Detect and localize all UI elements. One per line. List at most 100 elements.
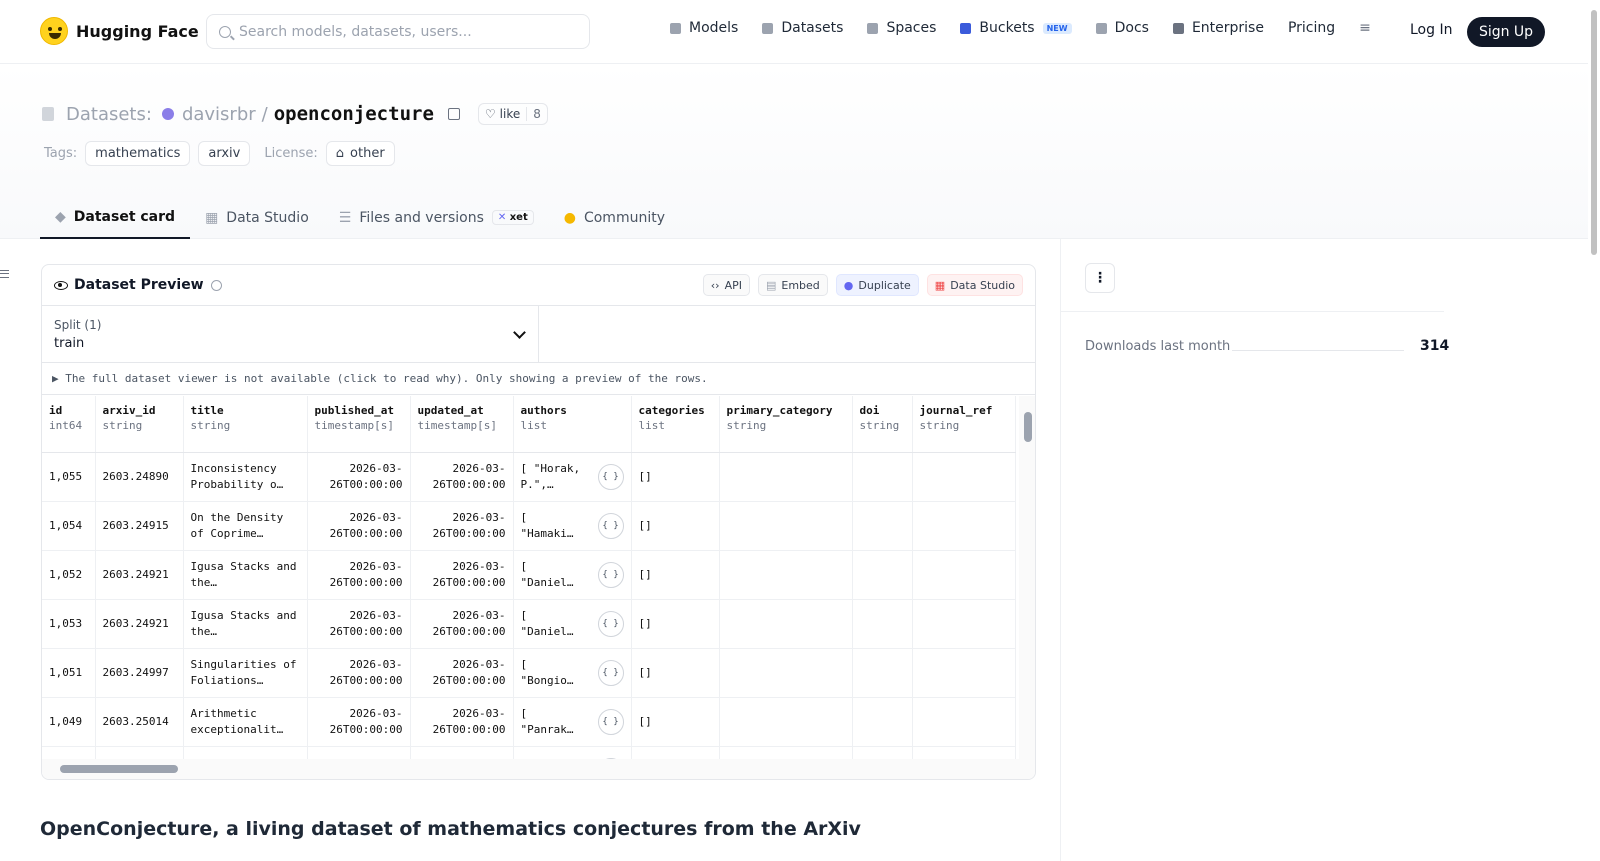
- cell-journal-ref: [912, 452, 1016, 502]
- login-link[interactable]: Log In: [1410, 22, 1452, 38]
- vertical-scrollbar[interactable]: [1019, 396, 1035, 760]
- table-row[interactable]: 1,055 2603.24890 Inconsistency Probability…: [42, 452, 1016, 502]
- cell-text: Arithmetic exceptionalit…: [190, 706, 284, 736]
- column-header-arxiv-id[interactable]: arxiv_id string: [95, 396, 184, 453]
- horizontal-scrollbar[interactable]: [42, 759, 1035, 779]
- column-type: string: [102, 419, 143, 432]
- cell-categories: [631, 746, 720, 760]
- column-name: categories: [638, 404, 705, 417]
- column-header-primary-category[interactable]: primary_category string: [719, 396, 853, 453]
- column-header-authors[interactable]: authors list: [513, 396, 632, 453]
- more-options-button[interactable]: ⋮: [1085, 263, 1115, 293]
- table-row[interactable]: 1,052 2603.24921 Igusa Stacks and the… 2026…: [42, 550, 1016, 600]
- table-row[interactable]: 1,051 2603.24997 Singularities of Foliatio…: [42, 648, 1016, 698]
- tab-dataset-card[interactable]: ◆ Dataset card: [40, 196, 191, 239]
- nav-link-enterprise[interactable]: Enterprise: [1172, 20, 1264, 36]
- cell-journal-ref: [912, 648, 1016, 698]
- split-value: train: [54, 336, 85, 351]
- embed-icon: ▤: [765, 278, 777, 292]
- nav-link-datasets[interactable]: Datasets: [762, 20, 843, 36]
- cell-text: On the Density of Coprime…: [190, 510, 284, 540]
- owner-link[interactable]: davisrbr: [182, 104, 256, 125]
- json-view-icon[interactable]: { }: [597, 512, 624, 539]
- cube-icon: [670, 22, 681, 34]
- json-view-icon[interactable]: { }: [597, 708, 624, 735]
- cell-text: []: [638, 714, 652, 728]
- nav-link-pricing[interactable]: Pricing: [1288, 20, 1335, 36]
- nav-link-docs[interactable]: Docs: [1095, 20, 1149, 36]
- column-header-published-at[interactable]: published_at timestamp[s]: [307, 396, 411, 453]
- column-name: primary_category: [726, 404, 833, 417]
- column-header-journal-ref[interactable]: journal_ref string: [912, 396, 1016, 453]
- json-view-icon[interactable]: { }: [597, 610, 624, 637]
- cell-text: [ "Daniel…: [520, 559, 574, 589]
- nav-link-label: Spaces: [886, 20, 937, 36]
- cell-categories: []: [631, 550, 720, 600]
- embed-button[interactable]: ▤ Embed: [757, 274, 828, 296]
- nav-link-label: Models: [689, 20, 739, 36]
- cell-text: 1,052: [49, 567, 83, 581]
- split-select[interactable]: Split (1) train: [42, 306, 539, 362]
- brand-logo[interactable]: Hugging Face: [40, 17, 199, 45]
- json-view-icon[interactable]: { }: [597, 463, 624, 490]
- license-value: other: [350, 146, 385, 161]
- column-type: string: [859, 419, 900, 432]
- data-studio-button[interactable]: ▦ Data Studio: [926, 274, 1023, 296]
- cell-arxiv-id: 2603.24915: [95, 501, 184, 551]
- cell-published-at: 2026-03-26T00:00:00: [307, 501, 411, 551]
- page-scrollbar[interactable]: [1588, 0, 1600, 861]
- tab-data-studio[interactable]: ▦ Data Studio: [190, 196, 324, 239]
- cell-updated-at: 2026-03-26T00:00:00: [410, 599, 514, 649]
- tag-arxiv[interactable]: arxiv: [198, 141, 251, 166]
- column-header-updated-at[interactable]: updated_at timestamp[s]: [410, 396, 514, 453]
- tab-community[interactable]: ● Community: [549, 196, 680, 239]
- menu-icon[interactable]: ≡: [1359, 20, 1371, 36]
- viewer-notice[interactable]: ▶ The full dataset viewer is not availab…: [42, 363, 1035, 395]
- section-label[interactable]: Datasets:: [66, 104, 152, 125]
- cell-id: 1,054: [42, 501, 96, 551]
- duplicate-button[interactable]: ● Duplicate: [835, 274, 919, 296]
- cell-text: 2026-03-26T00:00:00: [432, 559, 506, 589]
- nav-link-spaces[interactable]: Spaces: [867, 20, 936, 36]
- cell-text: 2026-03-26T00:00:00: [329, 608, 403, 638]
- copy-icon[interactable]: [447, 108, 460, 120]
- api-button[interactable]: ‹› API: [702, 274, 750, 296]
- json-view-icon[interactable]: { }: [597, 561, 624, 588]
- files-icon: ☰: [338, 209, 352, 226]
- signup-button[interactable]: Sign Up: [1467, 17, 1545, 47]
- cell-text: 2026-03-26T00:00:00: [329, 510, 403, 540]
- like-label: like: [499, 107, 521, 121]
- cell-authors: [ "Hamaki… { }: [513, 501, 632, 551]
- column-header-title[interactable]: title string: [183, 396, 308, 453]
- license-tag[interactable]: ⌂ other: [325, 141, 395, 166]
- column-name: title: [190, 404, 224, 417]
- column-header-categories[interactable]: categories list: [631, 396, 720, 453]
- info-icon[interactable]: [210, 279, 222, 291]
- search-input[interactable]: Search models, datasets, users...: [206, 14, 590, 49]
- sidebar-toggle-icon[interactable]: [0, 270, 9, 278]
- cell-text: 2026-03-26T00:00:00: [329, 657, 403, 687]
- like-button[interactable]: ♡ like 8: [477, 103, 548, 125]
- nav-link-models[interactable]: Models: [670, 20, 738, 36]
- table-row[interactable]: 1,049 2603.25014 Arithmetic exceptionalit……: [42, 697, 1016, 747]
- table-row[interactable]: 1,054 2603.24915 On the Density of Coprime…: [42, 501, 1016, 551]
- data-grid: id int64 arxiv_id string title string publishe…: [42, 396, 1017, 760]
- cell-text: 2603.24921: [102, 616, 169, 630]
- cell-published-at: 2026-03-26T00:00:00: [307, 648, 411, 698]
- repo-name[interactable]: openconjecture: [274, 103, 434, 125]
- nav-link-buckets[interactable]: Buckets NEW: [960, 20, 1072, 36]
- cell-text: 2026-03-26T00:00:00: [329, 706, 403, 736]
- cell-text: 2603.24921: [102, 567, 169, 581]
- right-column-divider: [1060, 239, 1061, 861]
- table-row[interactable]: 1,053 2603.24921 Igusa Stacks and the… 2026…: [42, 599, 1016, 649]
- tab-files-and-versions[interactable]: ☰ Files and versions ✕ xet: [324, 196, 549, 239]
- cell-authors: [ "Panrak… { }: [513, 697, 632, 747]
- column-header-id[interactable]: id int64: [42, 396, 96, 453]
- json-view-icon[interactable]: { }: [597, 659, 624, 686]
- table-row[interactable]: Arithmetic2026-03-2026-03-[{ }: [42, 746, 1016, 760]
- cell-text: 2026-03-26T00:00:00: [432, 510, 506, 540]
- book-icon: [1095, 22, 1107, 34]
- preview-header: Dataset Preview ‹› API ▤ Embed ● Duplicate …: [42, 265, 1035, 306]
- tag-mathematics[interactable]: mathematics: [85, 141, 191, 166]
- column-header-doi[interactable]: doi string: [852, 396, 913, 453]
